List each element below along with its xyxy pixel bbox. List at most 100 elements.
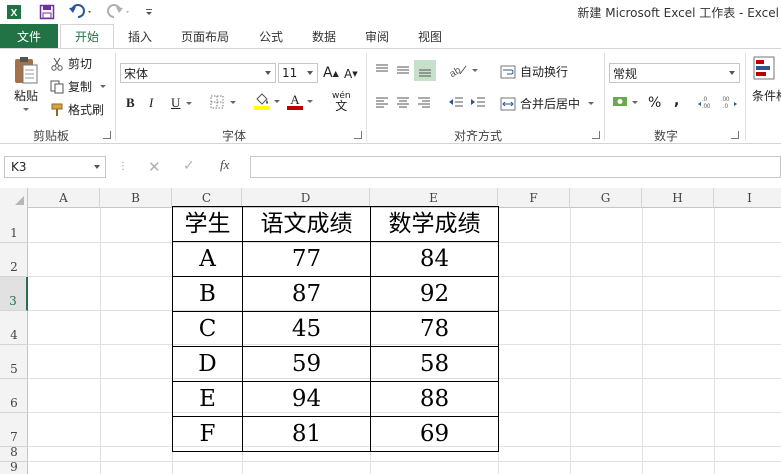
table-cell[interactable]: 69 <box>370 416 499 452</box>
align-middle-button[interactable] <box>395 63 411 77</box>
confirm-entry-icon[interactable]: ✓ <box>183 158 195 174</box>
table-cell[interactable]: E <box>172 381 243 417</box>
select-all-button[interactable] <box>0 188 28 208</box>
underline-button[interactable]: U <box>171 95 193 111</box>
increase-decimal-icon: .0.00 <box>698 95 716 109</box>
save-icon[interactable] <box>38 3 56 21</box>
table-cell[interactable]: 81 <box>242 416 371 452</box>
row-header-6[interactable]: 6 <box>0 379 28 413</box>
tab-page-layout[interactable]: 页面布局 <box>181 24 229 48</box>
increase-decimal-button[interactable]: .0.00 <box>698 95 716 109</box>
copy-button[interactable]: 复制 <box>50 78 107 95</box>
merge-center-button[interactable]: 合并后居中 <box>500 95 595 112</box>
row-header-5[interactable]: 5 <box>0 345 28 379</box>
tab-home[interactable]: 开始 <box>60 24 114 48</box>
table-cell[interactable]: 84 <box>370 241 499 277</box>
orientation-button[interactable]: ab <box>448 63 478 77</box>
column-header-d[interactable]: D <box>242 188 370 208</box>
row-header-3[interactable]: 3 <box>0 277 28 311</box>
tab-formulas[interactable]: 公式 <box>259 24 283 48</box>
table-cell[interactable]: D <box>172 346 243 382</box>
row-header-7[interactable]: 7 <box>0 413 28 447</box>
font-size-dropdown[interactable]: 11 <box>278 63 318 83</box>
clipboard-launcher-icon[interactable] <box>103 131 111 139</box>
font-name-value: 宋体 <box>124 66 149 81</box>
conditional-formatting-button[interactable]: 条件格 <box>752 55 781 115</box>
cancel-entry-icon[interactable]: ✕ <box>148 158 161 176</box>
font-name-dropdown[interactable]: 宋体 <box>120 63 276 83</box>
table-cell[interactable]: 45 <box>242 311 371 347</box>
decrease-indent-button[interactable] <box>448 95 464 109</box>
tab-file[interactable]: 文件 <box>0 24 58 48</box>
table-cell[interactable]: A <box>172 241 243 277</box>
table-cell[interactable]: 78 <box>370 311 499 347</box>
font-launcher-icon[interactable] <box>354 131 362 139</box>
customize-quick-access-icon[interactable] <box>142 3 156 21</box>
formula-input[interactable] <box>250 156 781 178</box>
number-format-dropdown[interactable]: 常规 <box>609 63 740 83</box>
increase-font-button[interactable]: A ▲ <box>323 65 339 81</box>
align-left-button[interactable] <box>374 95 390 109</box>
table-cell[interactable]: B <box>172 276 243 312</box>
align-right-button[interactable] <box>416 95 432 109</box>
accounting-format-button[interactable] <box>612 95 638 109</box>
header-cell-chinese[interactable]: 语文成绩 <box>242 206 371 242</box>
worksheet-grid[interactable]: A B C D E F G H I 1 2 3 4 5 6 7 8 9 学生 语… <box>0 188 781 474</box>
number-launcher-icon[interactable] <box>731 131 739 139</box>
cut-button[interactable]: 剪切 <box>50 55 92 72</box>
table-cell[interactable]: 77 <box>242 241 371 277</box>
alignment-launcher-icon[interactable] <box>592 131 600 139</box>
borders-button[interactable] <box>210 95 236 109</box>
table-cell[interactable]: 58 <box>370 346 499 382</box>
row-header-9[interactable]: 9 <box>0 460 28 474</box>
tab-insert[interactable]: 插入 <box>128 24 152 48</box>
table-cell[interactable]: F <box>172 416 243 452</box>
paste-button[interactable]: 粘贴 <box>8 55 44 123</box>
redo-icon[interactable] <box>104 3 134 21</box>
row-header-1[interactable]: 1 <box>0 208 28 243</box>
table-cell[interactable]: 88 <box>370 381 499 417</box>
table-cell[interactable]: 59 <box>242 346 371 382</box>
column-header-e[interactable]: E <box>370 188 498 208</box>
comma-button[interactable]: , <box>674 93 679 109</box>
tab-data[interactable]: 数据 <box>312 24 336 48</box>
header-cell-math[interactable]: 数学成绩 <box>370 206 499 242</box>
align-bottom-button[interactable] <box>414 60 436 81</box>
format-painter-button[interactable]: 格式刷 <box>50 101 104 118</box>
table-cell[interactable]: 92 <box>370 276 499 312</box>
table-cell[interactable]: 87 <box>242 276 371 312</box>
increase-indent-button[interactable] <box>470 95 486 109</box>
tab-view[interactable]: 视图 <box>418 24 442 48</box>
fill-color-button[interactable] <box>254 93 280 110</box>
table-row: C 45 78 <box>172 311 499 347</box>
column-header-b[interactable]: B <box>100 188 172 208</box>
column-header-g[interactable]: G <box>570 188 642 208</box>
column-header-i[interactable]: I <box>714 188 781 208</box>
column-header-h[interactable]: H <box>642 188 714 208</box>
wrap-text-button[interactable]: 自动换行 <box>500 63 568 80</box>
merge-center-label: 合并后居中 <box>520 97 581 111</box>
column-header-a[interactable]: A <box>28 188 100 208</box>
tab-review[interactable]: 审阅 <box>365 24 389 48</box>
italic-button[interactable]: I <box>149 95 153 111</box>
name-box[interactable]: K3 <box>4 156 106 178</box>
decrease-font-button[interactable]: A ▼ <box>344 67 358 81</box>
decrease-decimal-button[interactable]: .00.0 <box>720 95 738 109</box>
column-header-f[interactable]: F <box>498 188 570 208</box>
phonetic-guide-button[interactable]: wén 文 <box>332 91 351 112</box>
svg-text:ab: ab <box>448 65 463 77</box>
row-header-2[interactable]: 2 <box>0 243 28 277</box>
align-center-button[interactable] <box>395 95 411 109</box>
paste-label: 粘贴 <box>13 89 38 103</box>
align-top-button[interactable] <box>374 63 390 77</box>
font-color-button[interactable]: A <box>287 93 313 110</box>
bold-button[interactable]: B <box>126 95 135 111</box>
table-cell[interactable]: C <box>172 311 243 347</box>
percent-button[interactable]: % <box>648 95 661 111</box>
header-cell-student[interactable]: 学生 <box>172 206 243 242</box>
insert-function-button[interactable]: fx <box>220 157 229 173</box>
row-header-4[interactable]: 4 <box>0 311 28 345</box>
table-cell[interactable]: 94 <box>242 381 371 417</box>
column-header-c[interactable]: C <box>172 188 242 208</box>
undo-icon[interactable] <box>66 3 96 21</box>
